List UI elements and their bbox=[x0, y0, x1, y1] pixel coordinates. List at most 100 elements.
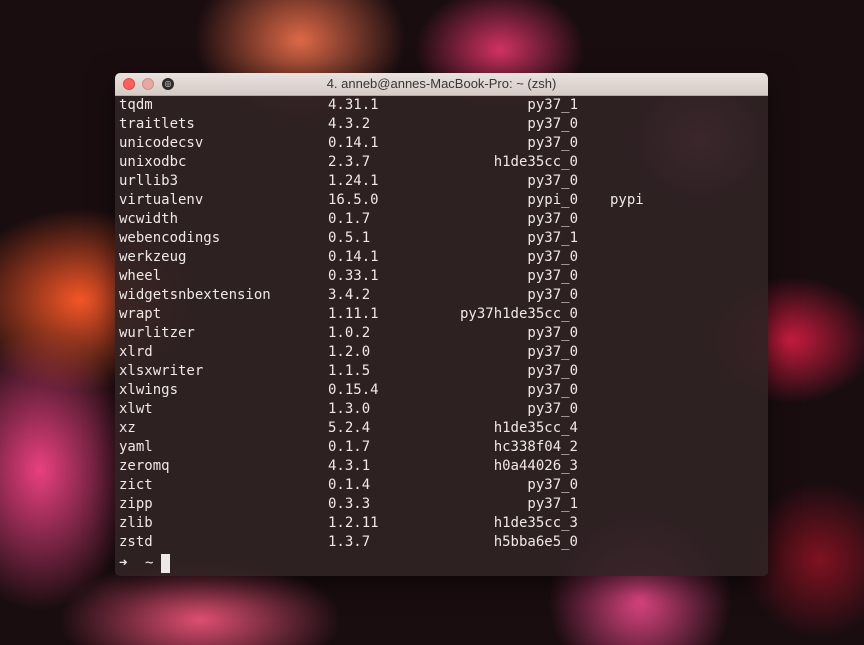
package-build: h1de35cc_0 bbox=[493, 154, 578, 170]
package-name: xlwings bbox=[119, 382, 179, 398]
package-name: zstd bbox=[119, 534, 153, 550]
package-name: yaml bbox=[119, 439, 153, 455]
package-row: xlrd 1.2.0 py37_0 bbox=[119, 343, 768, 362]
package-version: 0.1.4 bbox=[328, 477, 371, 493]
package-version: 0.5.1 bbox=[328, 230, 371, 246]
package-build: py37_0 bbox=[527, 287, 578, 303]
package-row: wcwidth 0.1.7 py37_0 bbox=[119, 210, 768, 229]
package-row: xlwings 0.15.4 py37_0 bbox=[119, 381, 768, 400]
package-name: zeromq bbox=[119, 458, 170, 474]
package-build: h1de35cc_4 bbox=[493, 420, 578, 436]
terminal-window[interactable]: ◎ 4. anneb@annes-MacBook-Pro: ~ (zsh) tq… bbox=[115, 73, 768, 576]
package-version: 5.2.4 bbox=[328, 420, 371, 436]
package-row: zlib 1.2.11 h1de35cc_3 bbox=[119, 514, 768, 533]
package-build: hc338f04_2 bbox=[493, 439, 578, 455]
package-name: tqdm bbox=[119, 97, 153, 113]
terminal-output[interactable]: tqdm 4.31.1 py37_1 traitlets 4.3.2 py37_0 unic… bbox=[115, 96, 768, 576]
window-title: 4. anneb@annes-MacBook-Pro: ~ (zsh) bbox=[326, 76, 557, 91]
package-build: py37_0 bbox=[527, 249, 578, 265]
package-build: h1de35cc_3 bbox=[493, 515, 578, 531]
package-version: 4.31.1 bbox=[328, 97, 379, 113]
package-row: virtualenv 16.5.0 pypi_0 pypi bbox=[119, 191, 768, 210]
package-row: xz 5.2.4 h1de35cc_4 bbox=[119, 419, 768, 438]
package-build: py37_0 bbox=[527, 344, 578, 360]
package-name: xlwt bbox=[119, 401, 153, 417]
package-name: werkzeug bbox=[119, 249, 187, 265]
package-version: 1.0.2 bbox=[328, 325, 371, 341]
package-row: traitlets 4.3.2 py37_0 bbox=[119, 115, 768, 134]
package-name: zipp bbox=[119, 496, 153, 512]
package-version: 0.33.1 bbox=[328, 268, 379, 284]
package-name: wheel bbox=[119, 268, 162, 284]
package-name: xlsxwriter bbox=[119, 363, 204, 379]
package-build: py37_0 bbox=[527, 382, 578, 398]
package-build: h0a44026_3 bbox=[493, 458, 578, 474]
package-row: zict 0.1.4 py37_0 bbox=[119, 476, 768, 495]
package-build: py37_1 bbox=[527, 97, 578, 113]
package-version: 2.3.7 bbox=[328, 154, 371, 170]
package-version: 4.3.2 bbox=[328, 116, 371, 132]
package-version: 1.24.1 bbox=[328, 173, 379, 189]
package-name: unixodbc bbox=[119, 154, 187, 170]
package-version: 0.14.1 bbox=[328, 135, 379, 151]
package-row: unicodecsv 0.14.1 py37_0 bbox=[119, 134, 768, 153]
package-name: urllib3 bbox=[119, 173, 179, 189]
package-name: xlrd bbox=[119, 344, 153, 360]
package-build: py37h1de35cc_0 bbox=[459, 306, 578, 322]
package-version: 0.1.7 bbox=[328, 439, 371, 455]
package-name: wurlitzer bbox=[119, 325, 195, 341]
package-version: 1.2.0 bbox=[328, 344, 371, 360]
package-name: traitlets bbox=[119, 116, 195, 132]
package-row: wheel 0.33.1 py37_0 bbox=[119, 267, 768, 286]
package-build: py37_1 bbox=[527, 230, 578, 246]
package-row: unixodbc 2.3.7 h1de35cc_0 bbox=[119, 153, 768, 172]
package-row: xlsxwriter 1.1.5 py37_0 bbox=[119, 362, 768, 381]
prompt-arrow-icon: ➜ bbox=[119, 555, 128, 571]
package-build: py37_0 bbox=[527, 211, 578, 227]
text-cursor[interactable] bbox=[161, 554, 170, 573]
package-build: py37_0 bbox=[527, 401, 578, 417]
prompt-cwd: ~ bbox=[145, 555, 154, 571]
package-row: zstd 1.3.7 h5bba6e5_0 bbox=[119, 533, 768, 552]
package-row: urllib3 1.24.1 py37_0 bbox=[119, 172, 768, 191]
package-version: 1.11.1 bbox=[328, 306, 379, 322]
package-build: py37_0 bbox=[527, 173, 578, 189]
package-version: 0.3.3 bbox=[328, 496, 371, 512]
package-build: py37_0 bbox=[527, 363, 578, 379]
package-build: py37_0 bbox=[527, 325, 578, 341]
package-name: xz bbox=[119, 420, 136, 436]
package-build: h5bba6e5_0 bbox=[493, 534, 578, 550]
title-bar[interactable]: ◎ 4. anneb@annes-MacBook-Pro: ~ (zsh) bbox=[115, 73, 768, 96]
package-version: 1.3.0 bbox=[328, 401, 371, 417]
package-name: widgetsnbextension bbox=[119, 287, 271, 303]
package-build: py37_0 bbox=[527, 135, 578, 151]
package-row: webencodings 0.5.1 py37_1 bbox=[119, 229, 768, 248]
package-build: py37_0 bbox=[527, 477, 578, 493]
package-row: wurlitzer 1.0.2 py37_0 bbox=[119, 324, 768, 343]
package-version: 3.4.2 bbox=[328, 287, 371, 303]
package-build: pypi_0 bbox=[527, 192, 578, 208]
package-build: py37_0 bbox=[527, 116, 578, 132]
package-name: zlib bbox=[119, 515, 153, 531]
package-name: wcwidth bbox=[119, 211, 179, 227]
package-version: 4.3.1 bbox=[328, 458, 371, 474]
package-version: 1.1.5 bbox=[328, 363, 371, 379]
package-version: 0.14.1 bbox=[328, 249, 379, 265]
package-row: wrapt 1.11.1 py37h1de35cc_0 bbox=[119, 305, 768, 324]
package-row: zeromq 4.3.1 h0a44026_3 bbox=[119, 457, 768, 476]
package-row: yaml 0.1.7 hc338f04_2 bbox=[119, 438, 768, 457]
package-name: unicodecsv bbox=[119, 135, 204, 151]
package-list: tqdm 4.31.1 py37_1 traitlets 4.3.2 py37_0 unic… bbox=[119, 96, 768, 552]
package-name: webencodings bbox=[119, 230, 221, 246]
package-version: 0.1.7 bbox=[328, 211, 371, 227]
package-channel: pypi bbox=[610, 192, 644, 208]
package-row: xlwt 1.3.0 py37_0 bbox=[119, 400, 768, 419]
package-name: virtualenv bbox=[119, 192, 204, 208]
shell-prompt[interactable]: ➜ ~ bbox=[119, 552, 768, 574]
package-row: tqdm 4.31.1 py37_1 bbox=[119, 96, 768, 115]
package-version: 16.5.0 bbox=[328, 192, 379, 208]
package-build: py37_0 bbox=[527, 268, 578, 284]
package-name: wrapt bbox=[119, 306, 162, 322]
package-version: 1.2.11 bbox=[328, 515, 379, 531]
package-version: 1.3.7 bbox=[328, 534, 371, 550]
